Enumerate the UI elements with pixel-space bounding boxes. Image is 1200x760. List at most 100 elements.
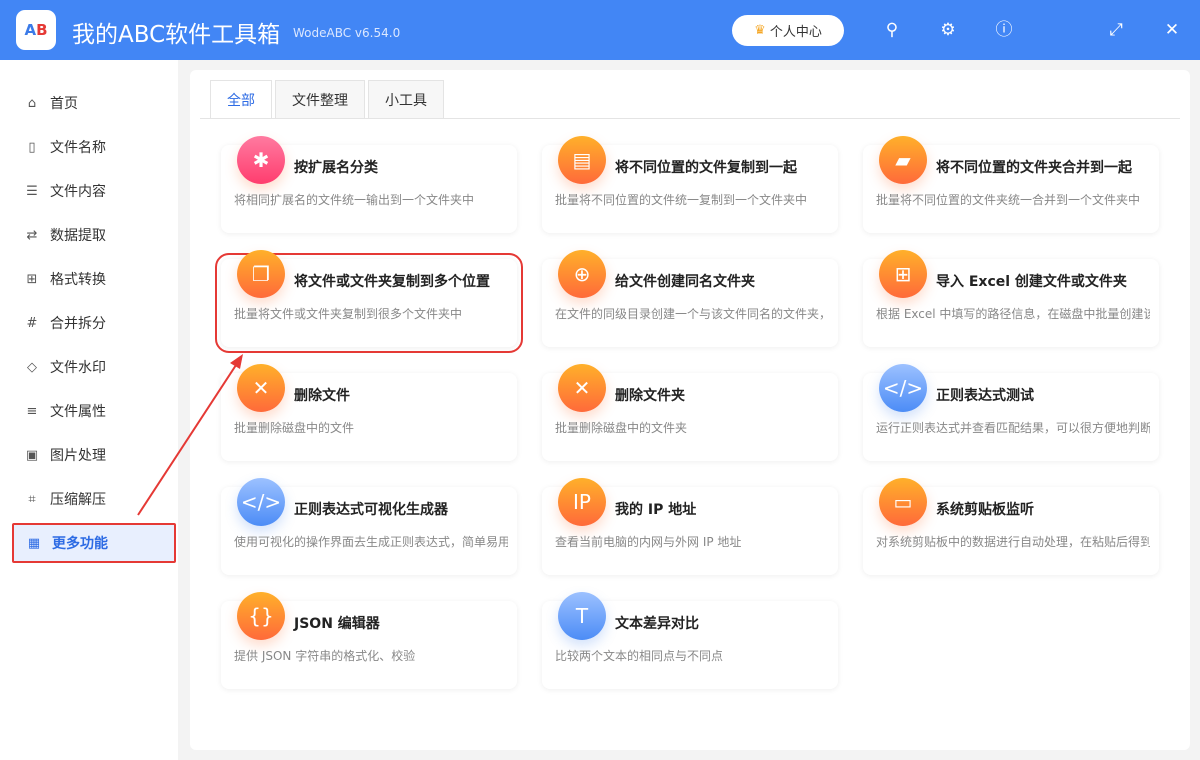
title-bar: AB 我的ABC软件工具箱 WodeABC v6.54.0 ♛个人中心 ⚲ ⚙ … (0, 0, 1200, 60)
tool-card[interactable]: ⊕给文件创建同名文件夹在文件的同级目录创建一个与该文件同名的文件夹， (542, 259, 838, 347)
tool-description: 批量删除磁盘中的文件 (234, 419, 508, 436)
tool-description: 比较两个文本的相同点与不同点 (555, 647, 829, 664)
tool-description: 批量将不同位置的文件统一复制到一个文件夹中 (555, 191, 829, 208)
sidebar-item-label: 文件属性 (50, 401, 106, 421)
sidebar-icon: # (24, 316, 40, 331)
sidebar-item[interactable]: ⌂ 首页 (12, 83, 176, 123)
tool-icon: IP (558, 478, 606, 526)
tool-card[interactable]: ❐将文件或文件夹复制到多个位置批量将文件或文件夹复制到很多个文件夹中 (221, 259, 517, 347)
tool-description: 批量删除磁盘中的文件夹 (555, 419, 829, 436)
tool-icon: ▭ (879, 478, 927, 526)
sidebar-item-label: 更多功能 (52, 533, 108, 553)
app-version: WodeABC v6.54.0 (293, 26, 400, 40)
user-center-button[interactable]: ♛ 个人中心 (732, 15, 844, 46)
tool-title: 正则表达式可视化生成器 (294, 499, 448, 519)
gear-icon[interactable]: ⚙ (936, 18, 960, 42)
tool-card[interactable]: ▰将不同位置的文件夹合并到一起批量将不同位置的文件夹统一合并到一个文件夹中 (863, 145, 1159, 233)
crown-icon: ♛ (754, 23, 766, 38)
sidebar-item-label: 文件内容 (50, 181, 106, 201)
sidebar-item-label: 首页 (50, 93, 78, 113)
app-title: 我的ABC软件工具箱 (72, 15, 280, 49)
sidebar-item[interactable]: ⌗压缩解压 (12, 479, 176, 519)
sidebar-icon: ◇ (24, 360, 40, 375)
tab-all[interactable]: 全部 (210, 80, 272, 118)
tool-icon: ⊕ (558, 250, 606, 298)
user-center-label: 个人中心 (770, 21, 822, 40)
tool-title: 文本差异对比 (615, 613, 699, 633)
tool-description: 对系统剪贴板中的数据进行自动处理，在粘贴后得到 (876, 533, 1150, 550)
tool-title: JSON 编辑器 (294, 613, 380, 633)
tool-description: 根据 Excel 中填写的路径信息，在磁盘中批量创建该 (876, 305, 1150, 322)
sidebar-icon: ⊞ (24, 272, 40, 287)
tool-card[interactable]: {}JSON 编辑器提供 JSON 字符串的格式化、校验 (221, 601, 517, 689)
tool-icon: ✕ (237, 364, 285, 412)
tool-title: 将不同位置的文件夹合并到一起 (936, 157, 1132, 177)
tool-title: 按扩展名分类 (294, 157, 378, 177)
sidebar-item[interactable]: ≡文件属性 (12, 391, 176, 431)
tool-description: 批量将不同位置的文件夹统一合并到一个文件夹中 (876, 191, 1150, 208)
tool-icon: ⊞ (879, 250, 927, 298)
tab-divider (200, 118, 1180, 119)
tool-icon: ✕ (558, 364, 606, 412)
tool-title: 将不同位置的文件复制到一起 (615, 157, 797, 177)
sidebar-item[interactable]: ▣ 图片处理 (12, 435, 176, 475)
sidebar-icon: ⇄ (24, 228, 40, 243)
tool-card[interactable]: ✱按扩展名分类将相同扩展名的文件统一输出到一个文件夹中 (221, 145, 517, 233)
tool-icon: ❐ (237, 250, 285, 298)
tool-title: 正则表达式测试 (936, 385, 1034, 405)
tool-card[interactable]: ▤将不同位置的文件复制到一起批量将不同位置的文件统一复制到一个文件夹中 (542, 145, 838, 233)
tool-card[interactable]: ✕删除文件批量删除磁盘中的文件 (221, 373, 517, 461)
sidebar-item[interactable]: ▯ 文件名称 (12, 127, 176, 167)
sidebar-item[interactable]: ▦ 更多功能 (12, 523, 176, 563)
tool-icon: ▰ (879, 136, 927, 184)
sidebar-icon: ⌗ (24, 492, 40, 507)
sidebar-item[interactable]: # 合并拆分 (12, 303, 176, 343)
sidebar-icon: ⌂ (24, 96, 40, 111)
tool-card[interactable]: T文本差异对比比较两个文本的相同点与不同点 (542, 601, 838, 689)
sidebar: ⌂ 首页 ▯ 文件名称 ☰文件内容⇄数据提取 ⊞ 格式转换 # 合并拆分 ◇ 文件水印 ≡文件属性 ▣ 图… (0, 60, 178, 760)
sidebar-item[interactable]: ⊞ 格式转换 (12, 259, 176, 299)
close-icon[interactable]: ✕ (1160, 18, 1184, 42)
maximize-icon[interactable]: ⤢ (1104, 18, 1128, 42)
tab-small-tools[interactable]: 小工具 (368, 80, 444, 118)
tool-icon: ▤ (558, 136, 606, 184)
tool-title: 删除文件夹 (615, 385, 685, 405)
app-logo: AB (16, 10, 56, 50)
tool-card[interactable]: IP我的 IP 地址查看当前电脑的内网与外网 IP 地址 (542, 487, 838, 575)
tool-title: 系统剪贴板监听 (936, 499, 1034, 519)
tool-card[interactable]: ⊞导入 Excel 创建文件或文件夹根据 Excel 中填写的路径信息，在磁盘中… (863, 259, 1159, 347)
tool-card[interactable]: </>正则表达式可视化生成器使用可视化的操作界面去生成正则表达式，简单易用 (221, 487, 517, 575)
sidebar-icon: ▦ (26, 536, 42, 551)
help-icon[interactable]: ⓘ (992, 18, 1016, 42)
search-icon[interactable]: ⚲ (880, 18, 904, 42)
tool-description: 将相同扩展名的文件统一输出到一个文件夹中 (234, 191, 508, 208)
tool-description: 使用可视化的操作界面去生成正则表达式，简单易用 (234, 533, 508, 550)
tool-icon: ✱ (237, 136, 285, 184)
sidebar-icon: ▣ (24, 448, 40, 463)
tool-card[interactable]: ✕删除文件夹批量删除磁盘中的文件夹 (542, 373, 838, 461)
tool-card[interactable]: ▭系统剪贴板监听对系统剪贴板中的数据进行自动处理，在粘贴后得到 (863, 487, 1159, 575)
sidebar-item[interactable]: ⇄数据提取 (12, 215, 176, 255)
sidebar-item-label: 图片处理 (50, 445, 106, 465)
main-panel: 全部 文件整理 小工具 ✱ 按扩展名分类将相同扩展名的文件统一输出到一个文件夹中 ▤… (190, 70, 1190, 750)
tool-title: 我的 IP 地址 (615, 499, 696, 519)
tab-file-organize[interactable]: 文件整理 (275, 80, 365, 118)
tool-description: 批量将文件或文件夹复制到很多个文件夹中 (234, 305, 508, 322)
sidebar-item[interactable]: ◇ 文件水印 (12, 347, 176, 387)
tool-card[interactable]: </>正则表达式测试运行正则表达式并查看匹配结果，可以很方便地判断 (863, 373, 1159, 461)
tool-icon: </> (237, 478, 285, 526)
sidebar-item-label: 文件名称 (50, 137, 106, 157)
sidebar-item[interactable]: ☰文件内容 (12, 171, 176, 211)
sidebar-item-label: 格式转换 (50, 269, 106, 289)
tool-description: 查看当前电脑的内网与外网 IP 地址 (555, 533, 829, 550)
tool-icon: </> (879, 364, 927, 412)
sidebar-item-label: 文件水印 (50, 357, 106, 377)
sidebar-icon: ▯ (24, 140, 40, 155)
sidebar-item-label: 合并拆分 (50, 313, 106, 333)
tool-icon: T (558, 592, 606, 640)
tool-title: 删除文件 (294, 385, 350, 405)
tool-title: 将文件或文件夹复制到多个位置 (294, 271, 490, 291)
tool-description: 在文件的同级目录创建一个与该文件同名的文件夹， (555, 305, 829, 322)
tool-icon: {} (237, 592, 285, 640)
tool-description: 运行正则表达式并查看匹配结果，可以很方便地判断 (876, 419, 1150, 436)
